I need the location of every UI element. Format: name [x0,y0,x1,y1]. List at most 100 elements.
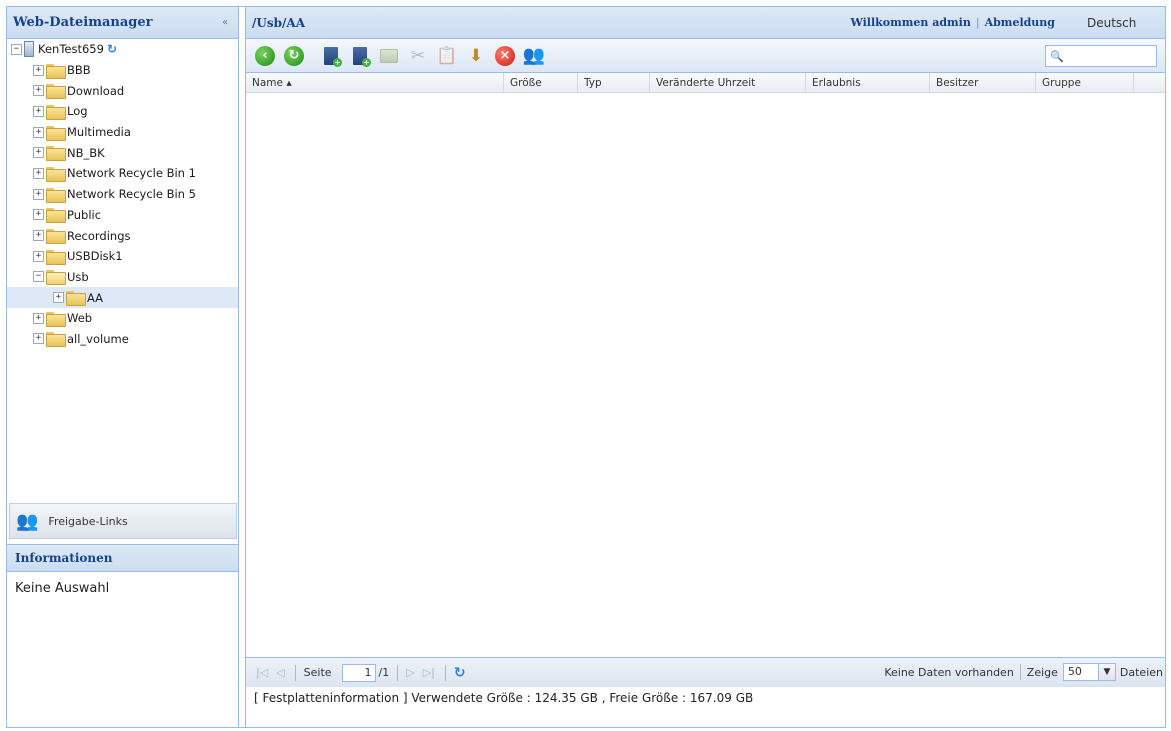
reload-button[interactable]: ↻ [283,45,305,67]
tree-item-label: Multimedia [67,125,131,140]
app-title: Web-Dateimanager [13,15,153,30]
column-spacer [1134,73,1164,93]
upload-icon: + [324,46,342,67]
delete-button[interactable]: × [494,45,516,67]
tree-toggle-icon[interactable]: − [33,271,44,283]
file-grid[interactable] [246,93,1165,657]
download-icon: ⬇ [468,45,484,66]
grid-header: Name ▴ Größe Typ Veränderte Uhrzeit Erla… [246,73,1165,93]
tree-toggle-icon[interactable]: + [33,250,44,262]
folder-icon [46,104,66,120]
folder-icon [46,332,66,348]
tree-item[interactable]: + Network Recycle Bin 5 [7,184,238,205]
folder-icon [46,125,66,141]
prev-page-icon[interactable]: ◁ [276,666,284,679]
page-number-input[interactable]: 1 [341,663,376,682]
reload-icon: ↻ [284,45,304,66]
tree-item-label: Public [67,207,102,222]
column-owner[interactable]: Besitzer [930,73,1036,93]
tree-item-label: all_volume [67,331,129,346]
tree-item-label: BBB [67,63,91,78]
tree-item-label: Network Recycle Bin 1 [67,166,196,181]
tree-item[interactable]: + Recordings [7,225,238,246]
toolbar: ‹ ↻ + + ✂ 📋 ⬇ × 👥 🔍 [246,39,1165,73]
logout-link[interactable]: Abmeldung [985,16,1055,29]
share-users-icon: 👥 [522,45,546,66]
refresh-icon[interactable]: ↻ [107,42,117,56]
back-icon: ‹ [255,45,275,66]
tree-item[interactable]: + Multimedia [7,122,238,143]
folder-icon [46,249,66,265]
folder-icon [46,311,66,327]
first-page-icon[interactable]: |◁ [256,666,268,679]
folder-tree: − KenTest659 ↻ + BBB + Download + Log + Multime… [7,39,238,501]
left-panel-header: Web-Dateimanager « [7,7,238,39]
tree-toggle-icon[interactable]: + [33,105,44,117]
tree-toggle-icon[interactable]: + [33,85,44,97]
upload-button[interactable]: + [320,45,342,67]
tree-toggle-icon[interactable]: + [33,147,44,159]
tree-toggle-icon[interactable]: + [33,126,44,138]
tree-toggle-icon[interactable]: + [33,167,44,179]
refresh-grid-icon[interactable]: ↻ [454,665,466,681]
share-button[interactable]: 👥 [523,45,545,67]
tree-toggle-icon[interactable]: + [53,292,64,304]
page-total: /1 [378,666,390,679]
chevron-down-icon[interactable]: ▼ [1098,663,1116,681]
files-label: Dateien [1119,665,1163,679]
tree-toggle-icon[interactable]: + [33,312,44,324]
new-file-button[interactable]: + [349,45,371,67]
folder-icon [46,166,66,182]
column-name[interactable]: Name ▴ [246,73,504,93]
folder-icon [46,229,66,245]
share-links-button[interactable]: 👥 Freigabe-Links [9,503,237,539]
tree-toggle-icon[interactable]: + [33,230,44,242]
tree-item[interactable]: + all_volume [7,329,238,350]
tree-root[interactable]: − KenTest659 ↻ [7,39,238,60]
cut-button[interactable]: ✂ [407,45,429,67]
tree-item[interactable]: + Web [7,308,238,329]
tree-item[interactable]: + USBDisk1 [7,246,238,267]
new-file-icon: + [353,46,371,67]
folder-icon [46,187,66,203]
pager-right: Keine Daten vorhanden Zeige 50 ▼ Dateien [884,663,1163,681]
folder-icon [46,84,66,100]
users-icon: 👥 [16,510,39,532]
tree-item[interactable]: + BBB [7,60,238,81]
next-page-icon[interactable]: ▷ [406,666,414,679]
tree-item[interactable]: + Log [7,101,238,122]
folder-icon [46,63,66,79]
column-modified[interactable]: Veränderte Uhrzeit [650,73,806,93]
tree-item-label: NB_BK [67,145,105,160]
tree-item-label: Download [67,83,125,98]
tree-item[interactable]: + Network Recycle Bin 1 [7,163,238,184]
tree-toggle-icon[interactable]: + [33,188,44,200]
tree-item[interactable]: − Usb [7,267,238,288]
column-permission[interactable]: Erlaubnis [806,73,930,93]
back-button[interactable]: ‹ [254,45,276,67]
tree-toggle-icon[interactable]: + [33,209,44,221]
column-group[interactable]: Gruppe [1036,73,1134,93]
language-selector[interactable]: Deutsch [1087,16,1159,30]
new-folder-button[interactable] [378,45,400,67]
column-type[interactable]: Typ [578,73,650,93]
page-size-select[interactable]: 50 [1062,663,1099,681]
search-input[interactable]: 🔍 [1045,45,1157,67]
download-button[interactable]: ⬇ [465,45,487,67]
share-links-label: Freigabe-Links [48,514,128,528]
page-label: Seite [303,666,332,679]
tree-item[interactable]: + AA [7,287,238,308]
collapse-panel-icon[interactable]: « [218,16,232,30]
tree-item[interactable]: + Public [7,205,238,226]
column-size[interactable]: Größe [504,73,578,93]
search-icon: 🔍 [1050,49,1064,63]
tree-item[interactable]: + Download [7,80,238,101]
tree-toggle-icon[interactable]: + [33,64,44,76]
folder-icon [66,291,86,307]
tree-toggle-icon[interactable]: + [33,333,44,345]
tree-toggle-icon[interactable]: − [11,43,22,55]
cut-icon: ✂ [410,45,426,66]
last-page-icon[interactable]: ▷| [423,666,435,679]
tree-item[interactable]: + NB_BK [7,142,238,163]
paste-button[interactable]: 📋 [436,45,458,67]
